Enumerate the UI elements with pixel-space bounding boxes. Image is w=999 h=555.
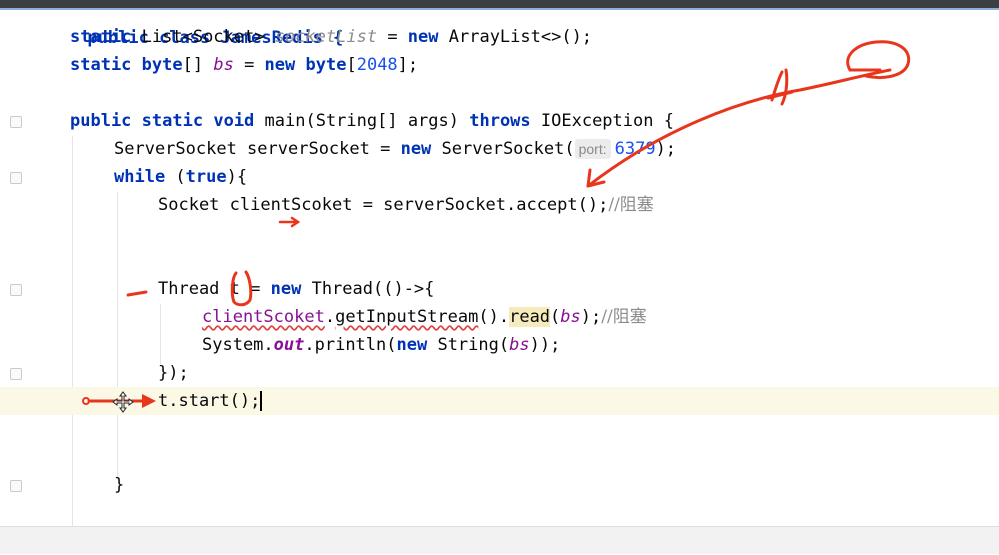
method-signature: main(String[] args) [254, 111, 470, 131]
keyword: byte [305, 55, 347, 75]
line-text: static List<Socket> socketList = new Arr… [70, 23, 592, 51]
bracket: ); [655, 139, 677, 159]
statement: t.start(); [158, 391, 261, 411]
line-text: } [114, 471, 124, 499]
line-text: while (true){ [114, 163, 247, 191]
constructor: ServerSocket( [431, 139, 575, 159]
constructor: String( [427, 335, 510, 355]
brackets: [] [182, 55, 214, 75]
parameter-hint: port: [574, 139, 611, 159]
closing-brace: } [114, 475, 125, 495]
bracket: [ [346, 55, 357, 75]
number-literal: 6379 [614, 139, 656, 159]
keyword: new [407, 27, 439, 47]
expression: ArrayList<>(); [438, 27, 593, 47]
operator: = [239, 279, 271, 299]
keyword: while [114, 167, 166, 187]
code-line-current[interactable]: t.start(); [0, 387, 999, 415]
keyword: byte [141, 55, 183, 75]
comment: //阻塞 [608, 195, 654, 215]
class-ref: System. [202, 335, 274, 355]
static-field: out [273, 335, 305, 355]
code-line[interactable]: ServerSocket serverSocket = new ServerSo… [0, 135, 999, 163]
keyword: static [141, 111, 204, 131]
bracket: )); [529, 335, 561, 355]
code-line[interactable]: Socket clientScoket = serverSocket.accep… [0, 191, 999, 219]
bracket: ); [580, 307, 602, 327]
line-text: System.out.println(new String(bs)); [202, 331, 560, 359]
type: Thread [158, 279, 230, 299]
keyword: true [185, 167, 227, 187]
captured-variable: clientScoket [202, 307, 325, 327]
keyword: new [264, 55, 296, 75]
code-line[interactable]: } [0, 471, 999, 499]
operator: = [233, 55, 265, 75]
dot: . [324, 307, 336, 327]
field-name: bs [560, 307, 581, 327]
bracket: ]; [397, 55, 419, 75]
bracket: ( [165, 167, 186, 187]
text-caret [260, 391, 263, 411]
method-call: .println( [304, 335, 397, 355]
keyword: new [270, 279, 302, 299]
line-text: public static void main(String[] args) t… [70, 107, 674, 135]
type: List<Socket> [131, 27, 275, 47]
line-text: Socket clientScoket = serverSocket.accep… [158, 191, 654, 219]
keyword: new [396, 335, 428, 355]
keyword: static [70, 55, 132, 75]
method-call: getInputStream [335, 307, 479, 327]
code-line[interactable]: public static void main(String[] args) t… [0, 107, 999, 135]
code-line[interactable]: Thread t = new Thread(()->{ [0, 275, 999, 303]
line-text: }); [158, 359, 189, 387]
method-call-highlighted: read [509, 307, 551, 327]
code-line[interactable]: clientScoket.getInputStream().read(bs);/… [0, 303, 999, 331]
editor-bottom-bar [0, 526, 999, 554]
keyword: static [70, 27, 132, 47]
line-text: clientScoket.getInputStream().read(bs);/… [202, 303, 647, 331]
code-line[interactable]: System.out.println(new String(bs)); [0, 331, 999, 359]
keyword: new [400, 139, 432, 159]
lambda-end: }); [158, 363, 189, 383]
field-name: bs [509, 335, 530, 355]
comment: //阻塞 [601, 307, 647, 327]
declaration: ServerSocket serverSocket = [114, 139, 401, 159]
exception-type: IOException { [530, 111, 674, 131]
code-editor[interactable]: public class JamesRedis { static List<So… [0, 0, 999, 526]
move-cursor-icon [112, 391, 134, 413]
bracket: ){ [226, 167, 248, 187]
line-text: t.start(); [158, 387, 263, 415]
statement: Socket clientScoket = serverSocket.accep… [158, 195, 609, 215]
code-line[interactable]: public class JamesRedis { [0, 0, 999, 48]
bracket: ( [550, 307, 561, 327]
keyword: void [213, 111, 255, 131]
variable-t: t [229, 279, 240, 299]
code-line[interactable]: static byte[] bs = new byte[2048]; [0, 51, 999, 79]
bracket: (). [478, 307, 510, 327]
code-line[interactable]: static List<Socket> socketList = new Arr… [0, 23, 999, 51]
line-text: static byte[] bs = new byte[2048]; [70, 51, 418, 79]
code-line[interactable]: while (true){ [0, 163, 999, 191]
code-line[interactable]: }); [0, 359, 999, 387]
line-text: ServerSocket serverSocket = new ServerSo… [114, 135, 676, 163]
lambda-start: Thread(()->{ [301, 279, 435, 299]
number-literal: 2048 [356, 55, 398, 75]
keyword: public [70, 111, 132, 131]
field-name: socketList [274, 27, 378, 47]
keyword: throws [469, 111, 531, 131]
operator: = [377, 27, 408, 47]
line-text: Thread t = new Thread(()->{ [158, 275, 434, 303]
field-name: bs [213, 55, 234, 75]
